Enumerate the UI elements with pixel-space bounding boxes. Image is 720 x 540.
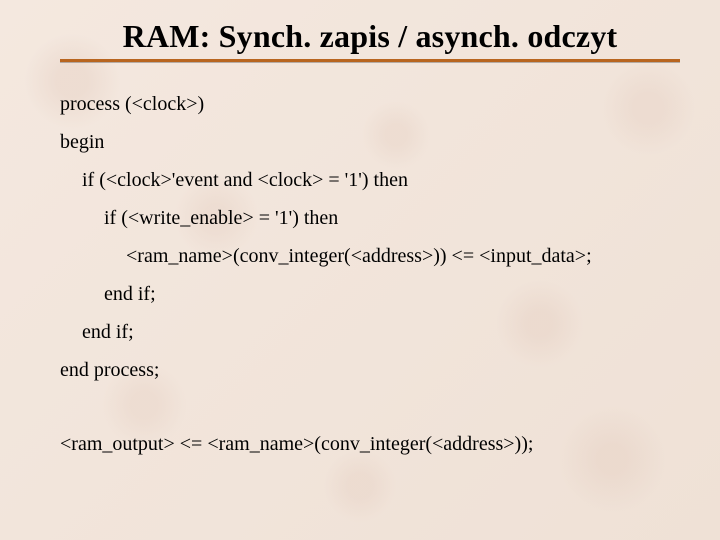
code-line-8: end process; [60, 360, 680, 380]
code-line-4: if (<write_enable> = '1') then [60, 208, 680, 228]
code-line-1: process (<clock>) [60, 94, 680, 114]
code-line-3: if (<clock>'event and <clock> = '1') the… [60, 170, 680, 190]
code-line-7: end if; [60, 322, 680, 342]
code-line-5: <ram_name>(conv_integer(<address>)) <= <… [60, 246, 680, 266]
blank-line [60, 398, 680, 416]
code-block: process (<clock>) begin if (<clock>'even… [60, 94, 680, 454]
code-line-9: <ram_output> <= <ram_name>(conv_integer(… [60, 434, 680, 454]
slide-title: RAM: Synch. zapis / asynch. odczyt [60, 18, 680, 62]
code-line-2: begin [60, 132, 680, 152]
code-line-6: end if; [60, 284, 680, 304]
